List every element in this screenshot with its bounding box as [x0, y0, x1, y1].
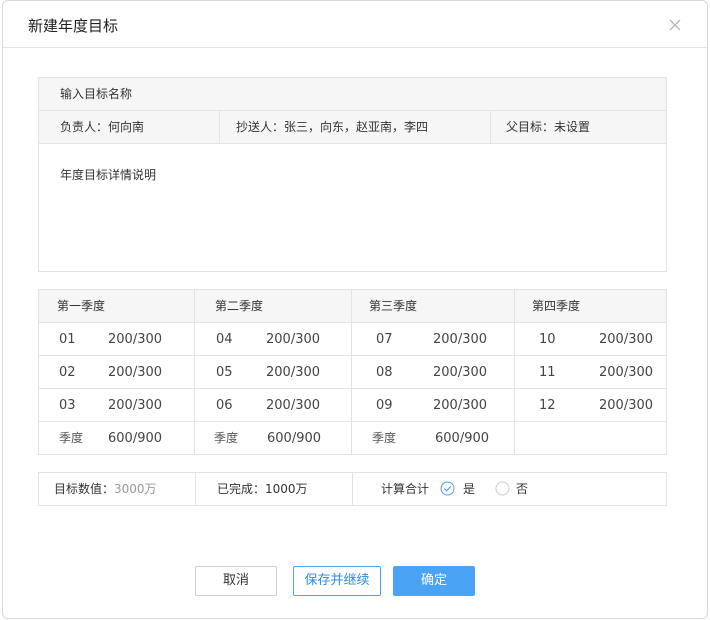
- month-value[interactable]: 200/300: [266, 323, 320, 356]
- quarter-header: 第四季度: [515, 290, 666, 323]
- completed-value: 已完成：1000万: [196, 473, 353, 505]
- goal-name-input[interactable]: 输入目标名称: [39, 78, 666, 111]
- owner-field[interactable]: 负责人：何向南: [39, 111, 220, 143]
- quarter-total-row: 季度 600/900: [39, 422, 194, 454]
- quarter-total-value: 600/900: [435, 431, 490, 446]
- quarter-total-row: 季度 600/900: [195, 422, 351, 454]
- quarter-column-2: 第二季度 04 200/300 05 200/300 06 200/300 季度…: [195, 290, 352, 454]
- month-row[interactable]: 01 200/300: [39, 323, 194, 356]
- month-value[interactable]: 200/300: [599, 323, 653, 356]
- quarter-column-1: 第一季度 01 200/300 02 200/300 03 200/300 季度…: [39, 290, 195, 454]
- month-value[interactable]: 200/300: [599, 356, 653, 389]
- month-value[interactable]: 200/300: [433, 356, 487, 389]
- quarters-table: 第一季度 01 200/300 02 200/300 03 200/300 季度…: [38, 289, 667, 455]
- month-value[interactable]: 200/300: [433, 389, 487, 422]
- header-divider: [3, 47, 707, 48]
- month-row[interactable]: 07 200/300: [352, 323, 514, 356]
- quarter-total-value: 600/900: [108, 431, 163, 446]
- dialog-title: 新建年度目标: [28, 17, 119, 35]
- month-row[interactable]: 11 200/300: [515, 356, 666, 389]
- month-label: 09: [376, 398, 393, 413]
- summary-row: 目标数值：3000万 已完成：1000万 计算合计 是 否: [38, 472, 667, 506]
- month-value[interactable]: 200/300: [433, 323, 487, 356]
- month-label: 04: [216, 332, 233, 347]
- quarter-column-3: 第三季度 07 200/300 08 200/300 09 200/300 季度…: [352, 290, 515, 454]
- month-value[interactable]: 200/300: [108, 389, 162, 422]
- month-value[interactable]: 200/300: [108, 323, 162, 356]
- month-row[interactable]: 05 200/300: [195, 356, 351, 389]
- month-row[interactable]: 09 200/300: [352, 389, 514, 422]
- quarter-column-4: 第四季度 10 200/300 11 200/300 12 200/300: [515, 290, 666, 454]
- month-row[interactable]: 04 200/300: [195, 323, 351, 356]
- month-label: 05: [216, 365, 233, 380]
- month-row[interactable]: 12 200/300: [515, 389, 666, 422]
- month-label: 08: [376, 365, 393, 380]
- month-value[interactable]: 200/300: [108, 356, 162, 389]
- quarter-total-row: [515, 422, 666, 454]
- radio-unchecked-icon[interactable]: [495, 481, 510, 496]
- goal-info-box: 输入目标名称 负责人：何向南 抄送人：张三，向东，赵亚南，李四 父目标：未设置 …: [38, 77, 667, 272]
- calc-total-label: 计算合计: [381, 482, 430, 496]
- month-row[interactable]: 08 200/300: [352, 356, 514, 389]
- quarter-total-label: 季度: [214, 431, 239, 445]
- save-continue-button[interactable]: 保存并继续: [293, 566, 381, 596]
- target-value-cell[interactable]: 目标数值：3000万: [39, 473, 196, 505]
- month-label: 01: [59, 332, 76, 347]
- quarter-total-label: 季度: [372, 431, 397, 445]
- month-label: 03: [59, 398, 76, 413]
- goal-description-input[interactable]: 年度目标详情说明: [39, 144, 666, 183]
- quarter-header: 第二季度: [195, 290, 351, 323]
- month-label: 06: [216, 398, 233, 413]
- radio-checked-icon[interactable]: [440, 481, 455, 496]
- month-label: 12: [539, 398, 556, 413]
- cancel-button[interactable]: 取消: [195, 566, 277, 596]
- month-label: 07: [376, 332, 393, 347]
- month-label: 11: [539, 365, 556, 380]
- month-value[interactable]: 200/300: [266, 356, 320, 389]
- cc-field[interactable]: 抄送人：张三，向东，赵亚南，李四: [220, 111, 491, 143]
- month-value[interactable]: 200/300: [266, 389, 320, 422]
- calc-total-cell: 计算合计 是 否: [353, 473, 666, 505]
- quarter-header: 第三季度: [352, 290, 514, 323]
- month-row[interactable]: 10 200/300: [515, 323, 666, 356]
- month-row[interactable]: 06 200/300: [195, 389, 351, 422]
- quarter-total-row: 季度 600/900: [352, 422, 514, 454]
- option-no-label[interactable]: 否: [516, 473, 528, 505]
- month-value[interactable]: 200/300: [599, 389, 653, 422]
- option-yes-label[interactable]: 是: [463, 473, 475, 505]
- quarter-total-label: 季度: [59, 431, 84, 445]
- target-value-input[interactable]: 3000万: [114, 482, 157, 496]
- month-label: 10: [539, 332, 556, 347]
- goal-meta-row: 负责人：何向南 抄送人：张三，向东，赵亚南，李四 父目标：未设置: [39, 111, 666, 144]
- quarter-total-value: 600/900: [267, 431, 322, 446]
- confirm-button[interactable]: 确定: [393, 566, 475, 596]
- month-row[interactable]: 03 200/300: [39, 389, 194, 422]
- parent-goal-field[interactable]: 父目标：未设置: [491, 111, 666, 143]
- month-label: 02: [59, 365, 76, 380]
- quarter-header: 第一季度: [39, 290, 194, 323]
- close-icon[interactable]: [667, 17, 683, 33]
- target-value-label: 目标数值：: [54, 482, 115, 496]
- month-row[interactable]: 02 200/300: [39, 356, 194, 389]
